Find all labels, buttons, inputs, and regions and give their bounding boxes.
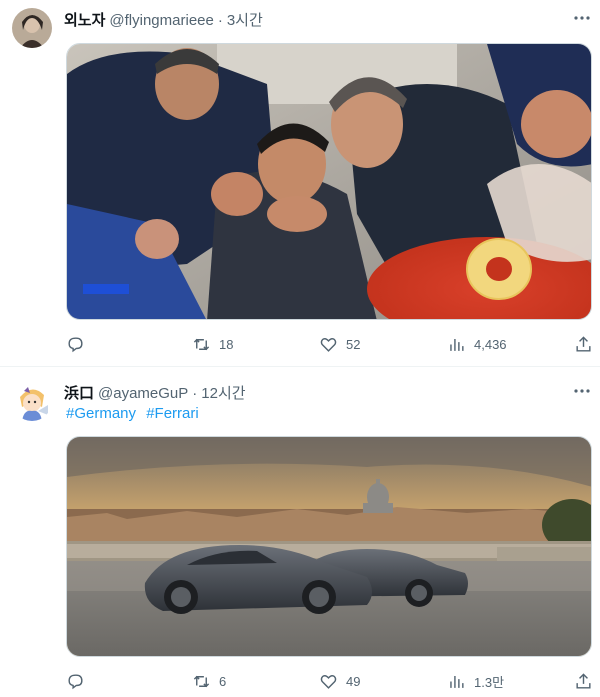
user-handle[interactable]: @ayameGuP [98,385,188,402]
like-count: 52 [346,336,361,352]
share-icon [576,672,591,689]
share-button[interactable] [574,333,593,355]
views-icon [450,675,464,688]
heart-icon [320,337,337,352]
tweet-actions: 18 52 4,436 [66,333,592,355]
retweet-icon [193,675,210,687]
timestamp[interactable]: 12시간 [201,382,245,403]
view-count: 1.3만 [474,674,505,690]
hashtag-link[interactable]: #Ferrari [146,405,199,422]
retweet-icon [193,338,210,350]
retweet-button[interactable]: 18 [192,333,233,355]
views-button[interactable]: 1.3만 [447,670,504,692]
retweet-count: 6 [219,673,227,689]
separator-dot: · [217,12,223,29]
hashtag-link[interactable]: #Germany [66,405,136,422]
like-button[interactable]: 49 [319,670,360,692]
avatar[interactable] [12,381,52,421]
reply-icon [68,673,83,689]
views-button[interactable]: 4,436 [447,333,507,355]
tweet-header: 외노자 @flyingmarieee · 3시간 [64,9,263,30]
user-handle[interactable]: @flyingmarieee [109,12,213,29]
views-icon [450,338,464,351]
separator-dot: · [192,385,198,402]
tweet-actions: 6 49 1.3만 [66,670,592,692]
like-button[interactable]: 52 [319,333,360,355]
retweet-count: 18 [219,336,234,352]
heart-icon [320,674,337,689]
reply-button[interactable] [66,333,93,355]
retweet-button[interactable]: 6 [192,670,226,692]
more-icon[interactable] [572,8,592,28]
reply-icon [68,336,83,352]
reply-button[interactable] [66,670,93,692]
display-name[interactable]: 외노자 [64,9,105,30]
tweet[interactable]: 외노자 @flyingmarieee · 3시간 18 52 4,436 [0,0,600,366]
tweet-header: 浜口 @ayameGuP · 12시간 [64,382,246,403]
like-count: 49 [346,673,361,689]
more-icon[interactable] [572,381,592,401]
view-count: 4,436 [474,336,507,352]
avatar[interactable] [12,8,52,48]
share-button[interactable] [574,670,593,692]
timestamp[interactable]: 3시간 [227,9,263,30]
tweet-photo[interactable] [66,43,592,320]
tweet-photo[interactable] [66,436,592,657]
share-icon [576,335,591,352]
display-name[interactable]: 浜口 [64,382,94,403]
hashtag-list: #Germany #Ferrari [66,405,205,422]
tweet[interactable]: 浜口 @ayameGuP · 12시간 #Germany #Ferrari 6 … [0,366,600,697]
